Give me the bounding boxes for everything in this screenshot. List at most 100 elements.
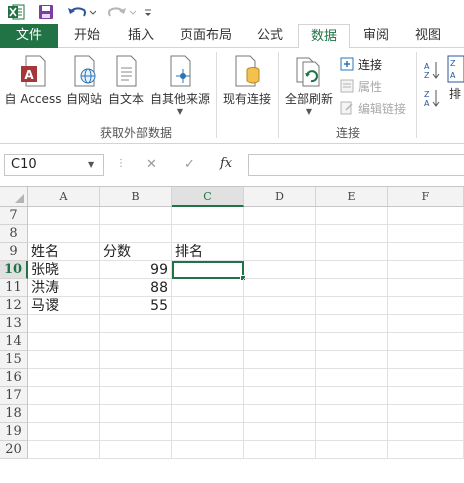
cell-e10[interactable] xyxy=(316,261,388,279)
cell-f18[interactable] xyxy=(388,405,464,423)
from-text-button[interactable]: 自文本 xyxy=(106,54,146,107)
cell-b20[interactable] xyxy=(100,441,172,459)
connections-button[interactable]: 连接 xyxy=(340,54,382,74)
cell-c13[interactable] xyxy=(172,315,244,333)
tab-file[interactable]: 文件 xyxy=(0,24,58,48)
redo-icon[interactable] xyxy=(104,2,138,22)
column-header-a[interactable]: A xyxy=(28,187,100,207)
row-header-10[interactable]: 10 xyxy=(0,261,28,279)
tab-review[interactable]: 审阅 xyxy=(352,24,400,48)
customize-icon[interactable] xyxy=(140,2,156,22)
cell-c7[interactable] xyxy=(172,207,244,225)
cell-f19[interactable] xyxy=(388,423,464,441)
cell-a11[interactable]: 洪涛 xyxy=(28,279,100,297)
active-cell-c10[interactable] xyxy=(172,261,244,279)
cell-d14[interactable] xyxy=(244,333,316,351)
cell-a12[interactable]: 马谡 xyxy=(28,297,100,315)
cell-f15[interactable] xyxy=(388,351,464,369)
tab-insert[interactable]: 插入 xyxy=(116,24,166,48)
row-header-20[interactable]: 20 xyxy=(0,441,28,459)
cell-b7[interactable] xyxy=(100,207,172,225)
column-header-b[interactable]: B xyxy=(100,187,172,207)
sort-button[interactable]: Z A 排 xyxy=(446,54,464,102)
edit-links-button[interactable]: 编辑链接 xyxy=(340,98,406,118)
cell-e16[interactable] xyxy=(316,369,388,387)
cell-b10[interactable]: 99 xyxy=(100,261,172,279)
cell-b18[interactable] xyxy=(100,405,172,423)
cell-e18[interactable] xyxy=(316,405,388,423)
cell-d8[interactable] xyxy=(244,225,316,243)
row-header-11[interactable]: 11 xyxy=(0,279,28,297)
from-access-button[interactable]: A 自 Access xyxy=(2,54,64,107)
cell-c17[interactable] xyxy=(172,387,244,405)
cell-b9[interactable]: 分数 xyxy=(100,243,172,261)
cell-d17[interactable] xyxy=(244,387,316,405)
cell-f10[interactable] xyxy=(388,261,464,279)
cell-d7[interactable] xyxy=(244,207,316,225)
cell-f13[interactable] xyxy=(388,315,464,333)
cell-b17[interactable] xyxy=(100,387,172,405)
undo-icon[interactable] xyxy=(64,2,98,22)
from-other-sources-button[interactable]: 自其他来源 ▼ xyxy=(148,54,212,116)
cell-e17[interactable] xyxy=(316,387,388,405)
tab-formulas[interactable]: 公式 xyxy=(246,24,294,48)
cell-e20[interactable] xyxy=(316,441,388,459)
row-header-13[interactable]: 13 xyxy=(0,315,28,333)
sort-a-z-button[interactable]: A Z xyxy=(422,60,442,83)
cell-a16[interactable] xyxy=(28,369,100,387)
properties-button[interactable]: 属性 xyxy=(340,76,382,96)
cell-d12[interactable] xyxy=(244,297,316,315)
cell-c15[interactable] xyxy=(172,351,244,369)
cell-f17[interactable] xyxy=(388,387,464,405)
row-header-12[interactable]: 12 xyxy=(0,297,28,315)
cell-e8[interactable] xyxy=(316,225,388,243)
cell-c8[interactable] xyxy=(172,225,244,243)
cell-e9[interactable] xyxy=(316,243,388,261)
cell-d11[interactable] xyxy=(244,279,316,297)
cell-d19[interactable] xyxy=(244,423,316,441)
cell-e14[interactable] xyxy=(316,333,388,351)
tab-view[interactable]: 视图 xyxy=(404,24,452,48)
cell-b11[interactable]: 88 xyxy=(100,279,172,297)
cell-d15[interactable] xyxy=(244,351,316,369)
cell-a18[interactable] xyxy=(28,405,100,423)
cell-a15[interactable] xyxy=(28,351,100,369)
existing-connections-button[interactable]: 现有连接 xyxy=(220,54,274,107)
cell-c16[interactable] xyxy=(172,369,244,387)
cell-c20[interactable] xyxy=(172,441,244,459)
cell-d18[interactable] xyxy=(244,405,316,423)
drag-handle-icon[interactable]: ⋮ xyxy=(116,158,126,169)
row-header-7[interactable]: 7 xyxy=(0,207,28,225)
cell-f14[interactable] xyxy=(388,333,464,351)
insert-function-icon[interactable]: fx xyxy=(220,156,232,171)
cell-e11[interactable] xyxy=(316,279,388,297)
row-header-8[interactable]: 8 xyxy=(0,225,28,243)
cell-c14[interactable] xyxy=(172,333,244,351)
cell-b12[interactable]: 55 xyxy=(100,297,172,315)
cell-b13[interactable] xyxy=(100,315,172,333)
cell-f8[interactable] xyxy=(388,225,464,243)
cell-d20[interactable] xyxy=(244,441,316,459)
cell-c19[interactable] xyxy=(172,423,244,441)
chevron-down-icon[interactable]: ▼ xyxy=(88,160,94,169)
row-header-16[interactable]: 16 xyxy=(0,369,28,387)
row-header-14[interactable]: 14 xyxy=(0,333,28,351)
cell-f7[interactable] xyxy=(388,207,464,225)
cell-f12[interactable] xyxy=(388,297,464,315)
cell-d16[interactable] xyxy=(244,369,316,387)
cancel-icon[interactable]: ✕ xyxy=(146,157,157,172)
save-icon[interactable] xyxy=(36,2,56,22)
cell-e15[interactable] xyxy=(316,351,388,369)
row-header-15[interactable]: 15 xyxy=(0,351,28,369)
from-web-button[interactable]: 自网站 xyxy=(64,54,104,107)
cell-a19[interactable] xyxy=(28,423,100,441)
select-all-button[interactable] xyxy=(0,187,28,207)
cell-c12[interactable] xyxy=(172,297,244,315)
column-header-c[interactable]: C xyxy=(172,187,244,207)
cell-d10[interactable] xyxy=(244,261,316,279)
row-header-19[interactable]: 19 xyxy=(0,423,28,441)
cell-e13[interactable] xyxy=(316,315,388,333)
excel-icon[interactable] xyxy=(6,2,26,22)
cell-b8[interactable] xyxy=(100,225,172,243)
row-header-17[interactable]: 17 xyxy=(0,387,28,405)
